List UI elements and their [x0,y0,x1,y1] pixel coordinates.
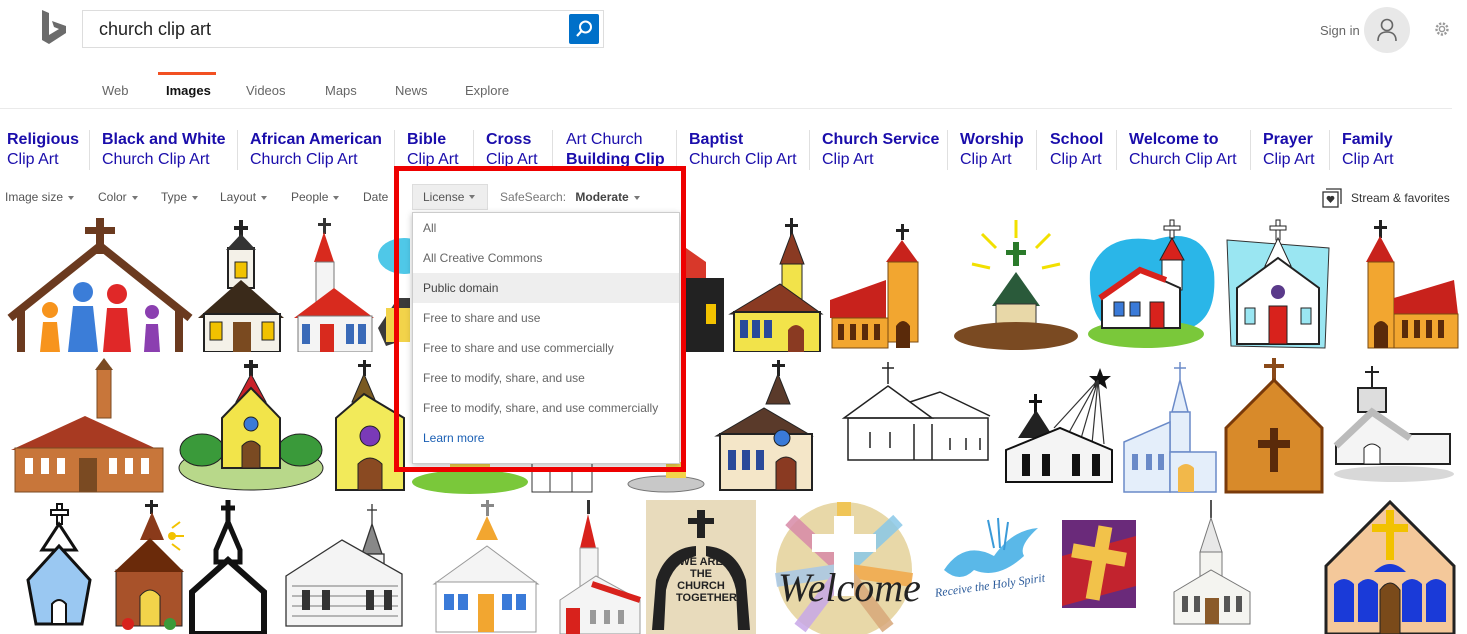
related-search-bible[interactable]: Bible Clip Art [407,130,459,170]
image-result[interactable] [728,218,824,352]
divider [0,108,1452,109]
image-result[interactable] [430,500,540,634]
image-result[interactable] [828,218,946,352]
divider [1036,130,1037,170]
image-result[interactable] [556,500,642,634]
image-result[interactable] [24,500,94,634]
divider [237,130,238,170]
filter-image-size[interactable]: Image size [5,190,75,204]
user-icon [1377,18,1397,42]
image-result[interactable] [686,218,724,352]
highlight-box [394,166,686,472]
related-search-religious[interactable]: Religious Clip Art [7,130,79,170]
divider [676,130,677,170]
image-result[interactable] [1332,358,1456,494]
image-result[interactable] [196,218,288,352]
tab-news[interactable]: News [395,83,428,98]
sign-in-link[interactable]: Sign in [1320,23,1360,38]
chevron-down-icon [192,195,199,200]
divider [947,130,948,170]
related-search-black-white[interactable]: Black and White Church Clip Art [102,130,226,170]
filter-date[interactable]: Date [363,190,388,204]
image-result[interactable] [1223,218,1333,352]
image-result[interactable] [176,358,326,494]
image-result[interactable] [952,218,1080,352]
image-result[interactable] [186,500,270,634]
tab-maps[interactable]: Maps [325,83,357,98]
image-result[interactable]: Receive the Holy Spirit [934,500,1054,634]
stream-favorites-button[interactable]: Stream & favorites [1322,188,1450,208]
image-result[interactable] [282,500,416,634]
filter-people[interactable]: People [291,190,340,204]
image-result[interactable] [1224,358,1326,494]
divider [552,130,553,170]
search-icon [576,20,592,37]
divider [89,130,90,170]
related-search-school[interactable]: School Clip Art [1050,130,1103,170]
related-search-church-service[interactable]: Church Service Clip Art [822,130,939,170]
bing-logo[interactable] [38,10,70,48]
divider [394,130,395,170]
tab-explore[interactable]: Explore [465,83,509,98]
search-box [82,10,604,48]
related-search-welcome[interactable]: Welcome to Church Clip Art [1129,130,1237,170]
favorites-icon [1322,188,1342,208]
related-search-worship[interactable]: Worship Clip Art [960,130,1024,170]
divider [1250,130,1251,170]
related-search-baptist[interactable]: Baptist Church Clip Art [689,130,797,170]
active-tab-indicator [158,72,216,75]
image-result[interactable] [1122,358,1220,494]
image-result[interactable] [1000,358,1118,494]
chevron-down-icon [261,195,268,200]
image-result[interactable]: Welcome [760,500,928,634]
related-search-prayer[interactable]: Prayer Clip Art [1263,130,1315,170]
image-result[interactable] [112,500,190,634]
search-button[interactable] [569,14,599,44]
related-search-african-american[interactable]: African American Church Clip Art [250,130,382,170]
image-result[interactable] [1084,218,1220,352]
tab-web[interactable]: Web [102,83,129,98]
gear-icon[interactable] [1433,20,1451,38]
related-search-cross[interactable]: Cross Clip Art [486,130,538,170]
filter-layout[interactable]: Layout [220,190,268,204]
divider [1329,130,1330,170]
poster-text: WE ARE THE CHURCH TOGETHER [676,556,737,604]
divider [809,130,810,170]
search-input[interactable] [99,18,559,40]
related-search-family[interactable]: Family Clip Art [1342,130,1394,170]
image-result[interactable] [1058,516,1140,616]
filter-type[interactable]: Type [161,190,199,204]
chevron-down-icon [131,195,138,200]
image-result[interactable] [1338,218,1462,352]
image-result[interactable] [840,358,996,494]
filter-color[interactable]: Color [98,190,138,204]
divider [1116,130,1117,170]
related-search-art-church[interactable]: Art Church Building Clip [566,130,665,170]
tab-videos[interactable]: Videos [246,83,286,98]
image-result[interactable] [1322,500,1458,634]
avatar[interactable] [1364,7,1410,53]
tab-images[interactable]: Images [166,83,211,98]
divider [473,130,474,170]
chevron-down-icon [68,195,75,200]
image-result[interactable] [5,218,195,352]
image-result[interactable] [712,358,816,494]
image-result[interactable] [5,358,173,494]
image-result[interactable] [1170,500,1254,634]
welcome-text: Welcome [778,565,921,610]
image-result[interactable] [292,218,376,352]
chevron-down-icon [333,195,340,200]
image-result[interactable]: WE ARE THE CHURCH TOGETHER [646,500,756,634]
